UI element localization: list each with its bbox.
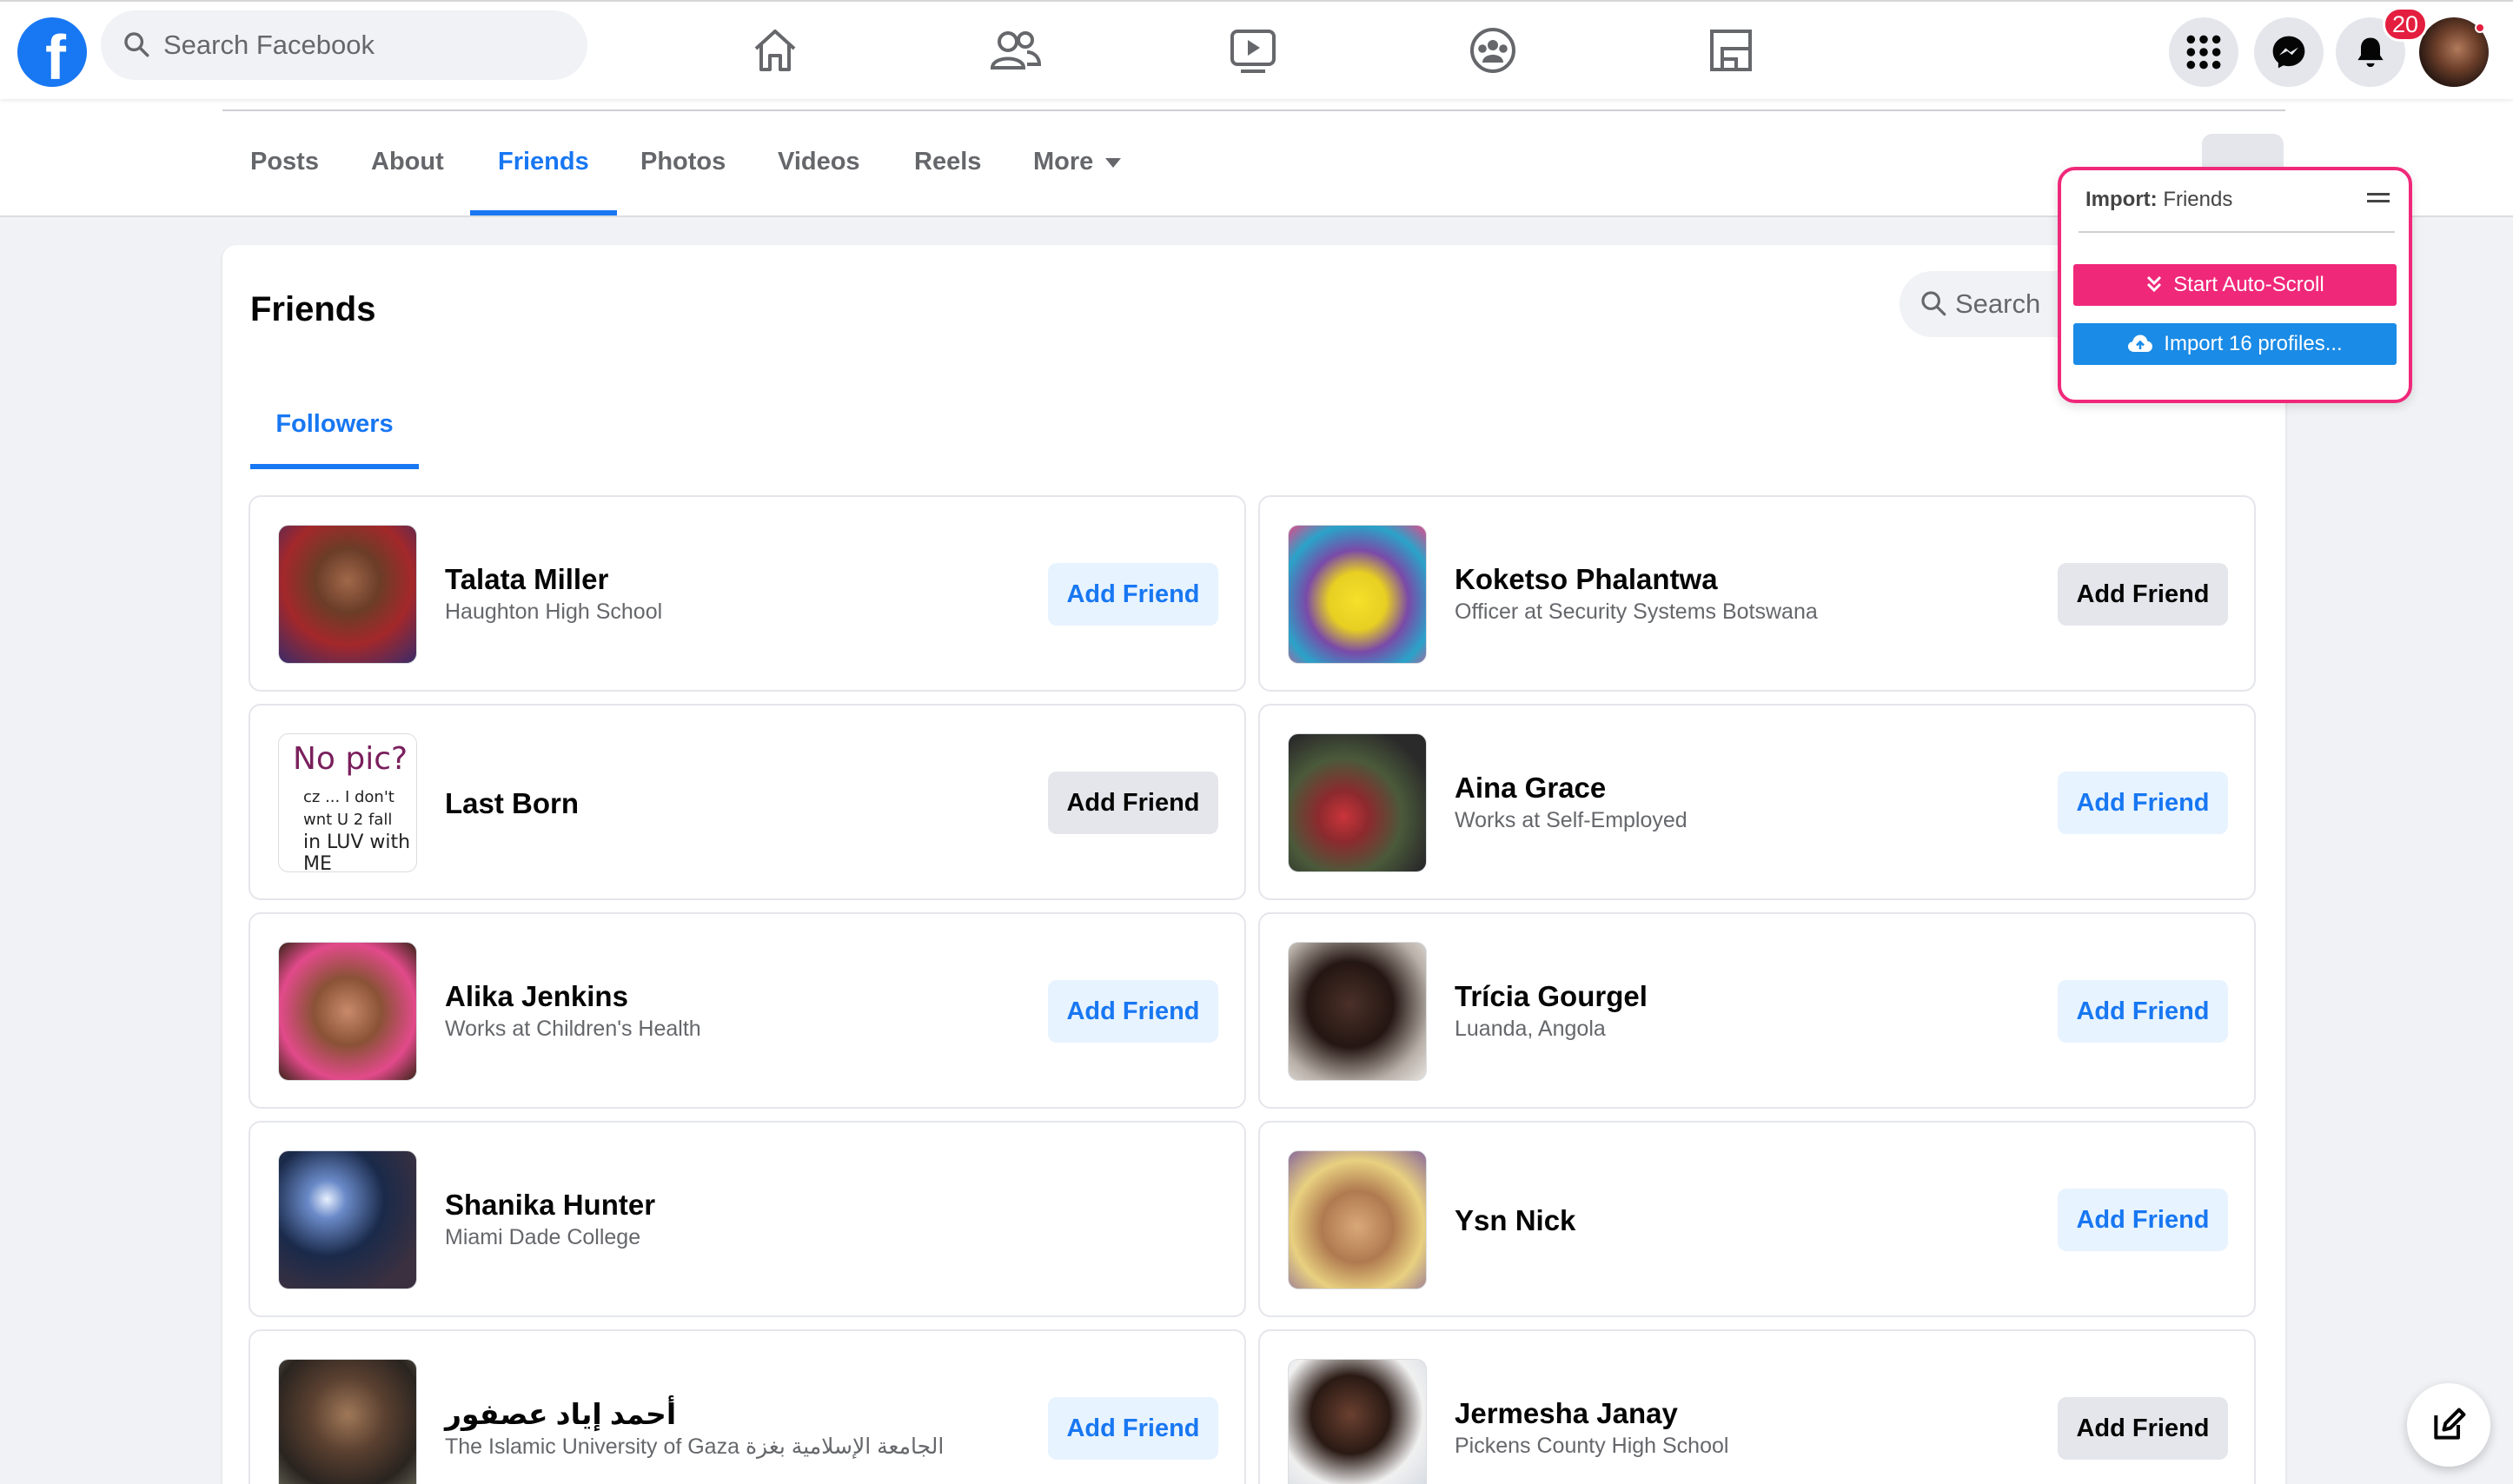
friend-photo[interactable] xyxy=(278,1359,417,1484)
nopic-line3: in LUV with ME xyxy=(303,831,411,872)
friend-name[interactable]: Aina Grace xyxy=(1455,772,1606,805)
add-friend-button[interactable]: Add Friend xyxy=(1048,1397,1218,1460)
nopic-line1: No pic? xyxy=(293,741,408,777)
home-icon[interactable] xyxy=(747,23,803,78)
friend-card: Aina Grace Works at Self-Employed Add Fr… xyxy=(1258,704,2256,900)
tab-videos[interactable]: Videos xyxy=(778,136,860,215)
friend-photo[interactable] xyxy=(278,525,417,664)
start-auto-scroll-label: Start Auto-Scroll xyxy=(2173,273,2324,296)
bell-icon xyxy=(2357,37,2384,68)
add-friend-button[interactable]: Add Friend xyxy=(2058,1397,2228,1460)
cloud-upload-icon xyxy=(2128,335,2153,352)
friend-name[interactable]: Shanika Hunter xyxy=(445,1189,655,1222)
messenger-button[interactable] xyxy=(2254,17,2324,87)
friend-subtitle: Works at Children's Health xyxy=(445,1017,701,1041)
chevron-double-down-icon xyxy=(2147,275,2162,292)
friends-section-title: Friends xyxy=(250,290,376,328)
friend-photo[interactable] xyxy=(278,942,417,1081)
messenger-icon xyxy=(2272,36,2305,69)
friend-card: أحمد إياد عصفور The Islamic University o… xyxy=(249,1329,1246,1484)
import-widget-title: Import: Friends xyxy=(2085,188,2232,212)
search-facebook-input[interactable]: Search Facebook xyxy=(101,10,587,80)
search-icon xyxy=(1921,291,1946,316)
friends-icon[interactable] xyxy=(987,23,1043,78)
groups-icon[interactable] xyxy=(1465,23,1521,78)
add-friend-button[interactable]: Add Friend xyxy=(1048,980,1218,1043)
nopic-line2: cz ... I don't wnt U 2 fall xyxy=(303,788,395,829)
start-auto-scroll-button[interactable]: Start Auto-Scroll xyxy=(2073,264,2397,306)
friend-card: Koketso Phalantwa Officer at Security Sy… xyxy=(1258,495,2256,692)
friend-name[interactable]: Jermesha Janay xyxy=(1455,1397,1678,1430)
friend-photo[interactable] xyxy=(1288,942,1427,1081)
add-friend-button[interactable]: Add Friend xyxy=(2058,772,2228,834)
friend-card: Talata Miller Haughton High School Add F… xyxy=(249,495,1246,692)
tab-friends[interactable]: Friends xyxy=(470,136,617,215)
tab-reels[interactable]: Reels xyxy=(914,136,981,215)
friend-photo[interactable] xyxy=(1288,525,1427,664)
gaming-icon[interactable] xyxy=(1703,23,1759,78)
friend-photo[interactable] xyxy=(1288,733,1427,872)
add-friend-button[interactable]: Add Friend xyxy=(1048,563,1218,626)
import-widget-title-rest: Friends xyxy=(2157,188,2233,211)
facebook-logo-letter: f xyxy=(45,23,66,93)
search-icon xyxy=(124,32,149,57)
import-widget-title-bold: Import: xyxy=(2085,188,2158,211)
friend-name[interactable]: Alika Jenkins xyxy=(445,980,628,1013)
import-profiles-label: Import 16 profiles... xyxy=(2164,332,2343,355)
import-widget-divider xyxy=(2079,231,2395,233)
friends-card: Friends Search Followers Talata Miller H… xyxy=(222,245,2285,1484)
add-friend-button[interactable]: Add Friend xyxy=(1048,772,1218,834)
friend-photo[interactable] xyxy=(1288,1359,1427,1484)
menu-grid-icon xyxy=(2186,35,2221,70)
add-friend-button[interactable]: Add Friend xyxy=(2058,980,2228,1043)
notification-count-badge: 20 xyxy=(2383,7,2429,42)
profile-divider xyxy=(222,109,2285,111)
tab-posts[interactable]: Posts xyxy=(250,136,319,215)
add-friend-button[interactable]: Add Friend xyxy=(2058,563,2228,626)
friend-name[interactable]: Talata Miller xyxy=(445,563,608,596)
friend-name[interactable]: Last Born xyxy=(445,787,579,820)
tab-more-label: More xyxy=(1033,148,1094,176)
watch-icon[interactable] xyxy=(1225,23,1281,78)
friend-card: Alika Jenkins Works at Children's Health… xyxy=(249,912,1246,1109)
friend-photo[interactable]: No pic? cz ... I don't wnt U 2 fall in L… xyxy=(278,733,417,872)
friend-subtitle: The Islamic University of Gaza الجامعة ا… xyxy=(445,1434,945,1459)
friend-subtitle: Luanda, Angola xyxy=(1455,1017,1606,1041)
friend-subtitle: Miami Dade College xyxy=(445,1225,641,1249)
tab-more[interactable]: More xyxy=(1033,136,1122,215)
friend-card: Trícia Gourgel Luanda, Angola Add Friend xyxy=(1258,912,2256,1109)
compose-icon xyxy=(2434,1408,2466,1440)
new-message-button[interactable] xyxy=(2407,1383,2490,1467)
friend-name[interactable]: أحمد إياد عصفور xyxy=(445,1397,676,1431)
add-friend-button[interactable]: Add Friend xyxy=(2058,1189,2228,1251)
friend-name[interactable]: Ysn Nick xyxy=(1455,1204,1575,1237)
friend-card: No pic? cz ... I don't wnt U 2 fall in L… xyxy=(249,704,1246,900)
friend-subtitle: Pickens County High School xyxy=(1455,1434,1729,1458)
search-facebook-placeholder: Search Facebook xyxy=(163,30,375,60)
avatar-status-dot xyxy=(2475,23,2485,33)
friend-name[interactable]: Koketso Phalantwa xyxy=(1455,563,1718,596)
friend-photo[interactable] xyxy=(1288,1150,1427,1289)
friend-card: Jermesha Janay Pickens County High Schoo… xyxy=(1258,1329,2256,1484)
top-navigation-bar: f Search Facebook 20 xyxy=(0,0,2513,99)
friend-subtitle: Officer at Security Systems Botswana xyxy=(1455,600,1818,624)
friend-card: Ysn Nick Add Friend xyxy=(1258,1121,2256,1317)
menu-grid-button[interactable] xyxy=(2169,17,2238,87)
friend-card: Shanika Hunter Miami Dade College xyxy=(249,1121,1246,1317)
import-friends-widget: Import: Friends Start Auto-Scroll Import… xyxy=(2058,167,2412,403)
friends-search-placeholder: Search xyxy=(1955,288,2041,319)
import-profiles-button[interactable]: Import 16 profiles... xyxy=(2073,323,2397,365)
friend-photo[interactable] xyxy=(278,1150,417,1289)
friend-name[interactable]: Trícia Gourgel xyxy=(1455,980,1648,1013)
hamburger-icon[interactable] xyxy=(2367,193,2390,207)
tab-followers[interactable]: Followers xyxy=(250,398,419,469)
friend-subtitle: Works at Self-Employed xyxy=(1455,808,1687,832)
tab-photos[interactable]: Photos xyxy=(640,136,726,215)
friend-subtitle: Haughton High School xyxy=(445,600,663,624)
tab-about[interactable]: About xyxy=(371,136,444,215)
caret-down-icon xyxy=(1105,157,1122,168)
facebook-logo[interactable]: f xyxy=(17,17,87,93)
